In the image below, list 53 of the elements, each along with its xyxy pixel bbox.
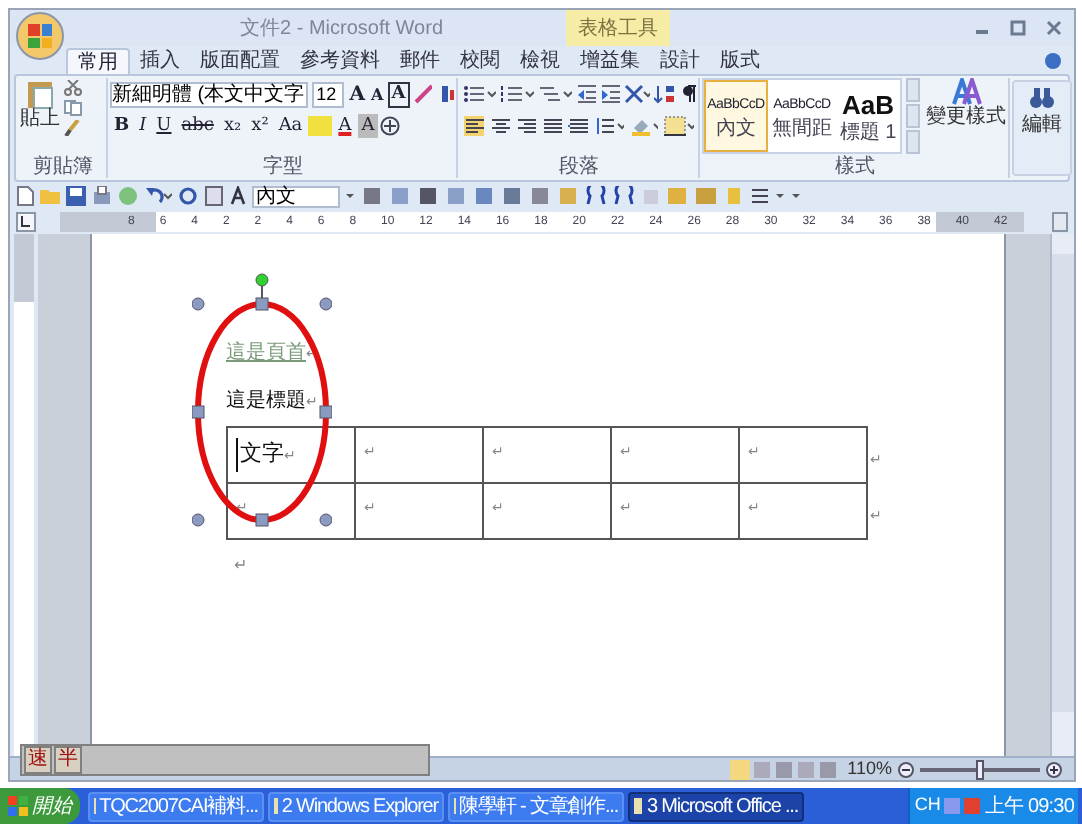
group-label: 字型 [261, 156, 305, 178]
paragraph-mark: ↵ [234, 554, 250, 578]
ribbon-tab[interactable]: 檢視 [510, 48, 570, 74]
ribbon-tab[interactable]: 版式 [710, 48, 770, 74]
editing-button[interactable]: 編輯 [1022, 114, 1062, 136]
contextual-tab-group: 表格工具 [566, 10, 670, 46]
clock: 上午 09:30 [984, 793, 1074, 821]
group-label: 樣式 [833, 156, 877, 178]
format-button[interactable]: A [334, 114, 356, 138]
style-name: 內文 [716, 117, 756, 139]
font-button[interactable]: A [347, 83, 367, 105]
style-box[interactable]: 內文 [252, 185, 340, 207]
group-label: 剪貼簿 [31, 156, 95, 178]
format-button[interactable]: U [152, 114, 176, 138]
start-button[interactable]: 開始 [0, 788, 80, 824]
ribbon-tab[interactable]: 郵件 [390, 48, 450, 74]
style-name: 標題 1 [839, 121, 897, 143]
taskbar-button[interactable]: 2 Windows Explorer [268, 791, 444, 821]
cell-text: 文字 [236, 438, 284, 472]
ribbon-tab[interactable]: 設計 [650, 48, 710, 74]
ime-button[interactable]: 半 [54, 746, 82, 774]
format-button[interactable]: I [135, 114, 151, 138]
format-button[interactable]: A [357, 114, 379, 138]
ime-button[interactable]: 速 [24, 746, 52, 774]
taskbar-button[interactable]: 3 Microsoft Office ... [628, 791, 804, 821]
style-preview: AaB [841, 89, 894, 121]
style-gallery-item[interactable]: AaB 標題 1 [836, 80, 900, 152]
language-indicator[interactable]: CH [914, 792, 941, 820]
ribbon-tab[interactable]: 常用 [66, 48, 130, 74]
format-button[interactable]: Aa [274, 114, 307, 138]
font-size-box[interactable]: 12 [312, 81, 344, 107]
font-name-box[interactable]: 新細明體 (本文中文字 [110, 81, 309, 107]
ribbon-tab[interactable]: 參考資料 [290, 48, 390, 74]
ribbon-tab[interactable]: 校閱 [450, 48, 510, 74]
ribbon-tab[interactable]: 版面配置 [190, 48, 290, 74]
ribbon-tab[interactable]: 插入 [130, 48, 190, 74]
taskbar-button[interactable]: 陳學軒 - 文章創作... [448, 791, 624, 821]
window-title: 文件2 - Microsoft Word [240, 15, 443, 43]
format-button[interactable]: abc [177, 114, 218, 138]
change-styles-button[interactable]: 變更樣式 [926, 106, 1006, 128]
zoom-level[interactable]: 110% [847, 755, 892, 783]
format-button[interactable]: B [110, 114, 134, 138]
font-button[interactable]: A [387, 81, 410, 107]
heading-text: 這是標題 [226, 387, 306, 416]
format-button[interactable]: x² [247, 114, 273, 138]
format-button[interactable]: x₂ [219, 114, 246, 138]
paste-button[interactable]: 貼上 [20, 110, 60, 130]
group-label: 段落 [557, 156, 601, 178]
taskbar-button[interactable]: TQC2007CAI補料... [88, 791, 264, 821]
ribbon-tab[interactable]: 增益集 [570, 48, 650, 74]
header-text: 這是頁首 [226, 339, 306, 368]
font-button[interactable]: A [368, 83, 386, 105]
style-name: 無間距 [772, 117, 832, 139]
